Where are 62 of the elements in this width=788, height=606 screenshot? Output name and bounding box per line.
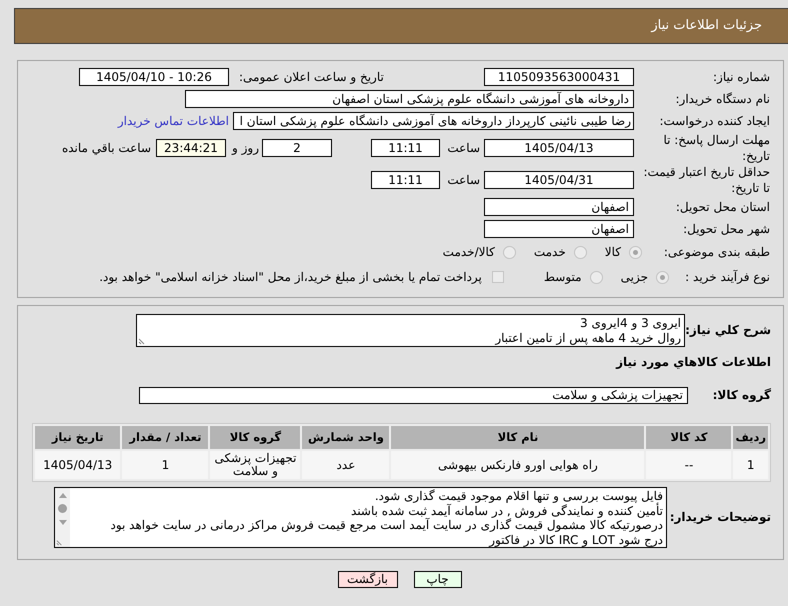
- field-label: نوع فرآیند خرید :: [684, 270, 770, 284]
- section-heading: اطلاعات کالاهاي مورد نياز: [614, 355, 771, 370]
- print-button[interactable]: چاپ: [414, 571, 462, 588]
- time-label: ساعت: [446, 172, 480, 188]
- back-button[interactable]: بازگشت: [338, 571, 398, 588]
- option-label: متوسط: [544, 270, 582, 284]
- time-label: ساعت: [446, 140, 480, 156]
- days-label: روز و: [232, 140, 259, 156]
- announcement-date-field[interactable]: 1405/04/10 - 10:26: [79, 68, 229, 86]
- column-header: تاریخ نیاز: [35, 426, 120, 449]
- scroll-down-arrow-icon: [59, 520, 67, 525]
- price-validity-date-field[interactable]: 1405/04/31: [484, 171, 634, 189]
- description-field[interactable]: ایروی 3 و 4ایروی 3 روال خرید 4 ماهه پس از تامین اعتبار: [136, 314, 685, 347]
- page-title: جزئیات اطلاعات نیاز: [651, 18, 762, 34]
- column-header: نام کالا: [391, 426, 644, 449]
- need-number-field[interactable]: 1105093563000431: [484, 68, 634, 86]
- field-label: مهلت ارسال پاسخ: تا تاریخ:: [662, 132, 770, 164]
- scroll-thumb-icon: [58, 504, 67, 513]
- scroll-up-arrow-icon: [59, 493, 67, 498]
- buyer-organization-field[interactable]: داروخانه های آموزشی دانشگاه علوم پزشکی استان اصفهان: [185, 90, 634, 108]
- resize-grip-icon: [138, 336, 147, 345]
- option-label: کالا/خدمت: [442, 245, 495, 260]
- delivery-province-field[interactable]: اصفهان: [484, 198, 634, 216]
- buyer-notes-field[interactable]: فایل پیوست بررسی و تنها اقلام موجود قیمت گذاری شود. تأمین کننده و نمایندگی فروش , در سامانه آیمد ثبت شده باشند درصورتیکه کالا مشمول قیمت گذاری در سایت آیمد است مرجع قیمت فروش مراکز درمانی در سایت خواهد بود درج شود LOT و IRC کالا در فاکتور: [54, 487, 667, 548]
- column-header: واحد شمارش: [302, 426, 390, 449]
- remaining-time-field[interactable]: 23:44:21: [156, 139, 226, 157]
- table-cell: 1: [733, 451, 768, 479]
- remaining-time-label: ساعت باقي مانده: [62, 140, 151, 156]
- field-label: شهر محل تحویل:: [682, 221, 770, 237]
- field-label: گروه کالا:: [712, 388, 771, 403]
- field-label: شماره نیاز:: [712, 69, 770, 85]
- field-label: نام دستگاه خریدار:: [674, 91, 770, 107]
- contact-info-link[interactable]: اطلاعات تماس خریدار: [118, 114, 229, 128]
- checkbox-label: پرداخت تمام یا بخشی از مبلغ خرید،از محل "اسناد خزانه اسلامی" خواهد بود.: [99, 270, 482, 284]
- table-cell: تجهیزات پزشکی و سلامت: [210, 451, 300, 479]
- table-cell: 1: [122, 451, 208, 479]
- column-header: کد کالا: [646, 426, 732, 449]
- column-header: ردیف: [733, 426, 768, 449]
- remaining-days-field[interactable]: 2: [262, 139, 332, 157]
- deadline-date-field[interactable]: 1405/04/13: [484, 139, 634, 157]
- resize-grip-icon: [56, 538, 64, 546]
- field-label: تاریخ و ساعت اعلان عمومی:: [238, 70, 384, 84]
- table-cell: راه هوایی اورو فارنکس بیهوشی: [391, 451, 644, 479]
- field-label: استان محل تحویل:: [674, 199, 770, 215]
- requester-field[interactable]: رضا طیبی نائینی کارپرداز داروخانه های آموزشی دانشگاه علوم پزشکی استان ا: [233, 112, 634, 130]
- option-label: خدمت: [534, 245, 566, 260]
- field-label: ایجاد کننده درخواست:: [658, 113, 770, 129]
- table-cell: --: [646, 451, 732, 479]
- table-cell: عدد: [302, 451, 390, 479]
- table-cell: 1405/04/13: [35, 451, 120, 479]
- deadline-time-field[interactable]: 11:11: [371, 139, 440, 157]
- option-label: کالا: [604, 245, 621, 260]
- field-label: توضیحات خریدار:: [668, 510, 771, 525]
- field-label: طبقه بندی موضوعی:: [662, 245, 770, 260]
- goods-group-field[interactable]: تجهیزات پزشکی و سلامت: [139, 387, 688, 404]
- field-label: حداقل تاریخ اعتبار قیمت: تا تاریخ:: [642, 164, 770, 196]
- option-label: جزیی: [620, 270, 648, 284]
- field-label: شرح کلي نياز:: [685, 323, 771, 338]
- delivery-city-field[interactable]: اصفهان: [484, 220, 634, 238]
- column-header: تعداد / مقدار: [122, 426, 208, 449]
- price-validity-time-field[interactable]: 11:11: [371, 171, 440, 189]
- column-header: گروه کالا: [210, 426, 300, 449]
